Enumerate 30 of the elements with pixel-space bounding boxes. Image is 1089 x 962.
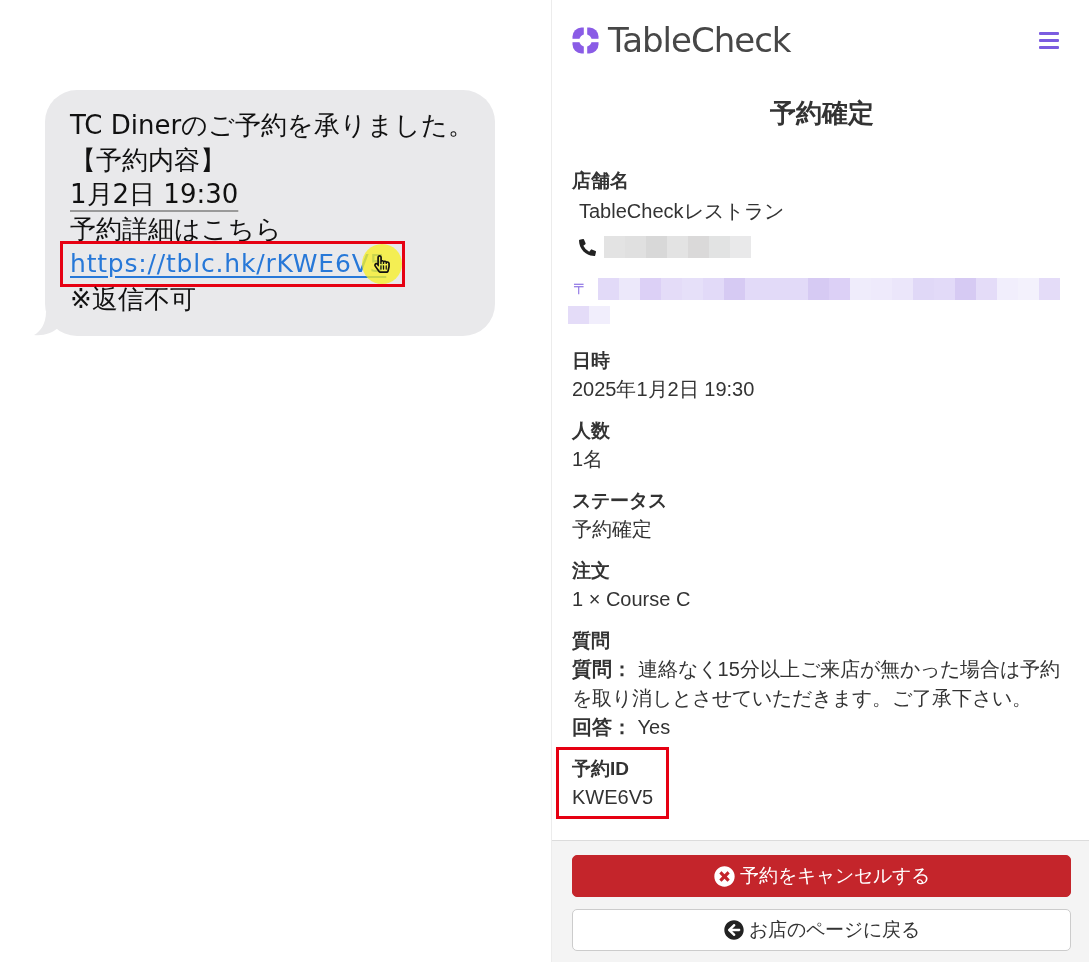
postal-mark: 〒 — [573, 279, 588, 299]
pixelated-redaction — [568, 306, 610, 324]
field-value: KWE6V5 — [572, 785, 654, 810]
field-value: 予約確定 — [572, 517, 652, 542]
logo-icon — [572, 26, 599, 54]
page-title: 予約確定 — [768, 97, 875, 130]
field-label: ステータス — [572, 489, 667, 513]
field-label: 注文 — [572, 559, 610, 583]
question-answer-text: 質問： 連絡なく15分以上ご来店が無かった場合は予約を取り消しとさせていただきます。ご了承下さい。 — [572, 657, 1061, 711]
brand-name: TableCheck — [608, 22, 791, 58]
field-value: 1 × Course C — [572, 587, 691, 612]
restaurant-name: TableCheckレストラン — [578, 199, 784, 224]
field-label: 日時 — [572, 349, 610, 373]
field-label: 店舗名 — [572, 169, 629, 193]
date-text[interactable]: 1月2日 19:30 — [70, 177, 239, 212]
cancel-button[interactable]: 予約をキャンセルする — [572, 855, 1071, 897]
menu-icon[interactable] — [1039, 31, 1059, 49]
field-label: 質問 — [572, 629, 610, 653]
field-value: 2025年1月2日 19:30 — [572, 377, 755, 402]
phone-icon — [579, 238, 596, 256]
question-answer-text: 回答： Yes — [572, 715, 672, 740]
message-text: 【予約内容】 — [70, 143, 226, 177]
field-label: 人数 — [572, 419, 610, 443]
field-value: 1名 — [572, 447, 604, 472]
message-text: TC Dinerのご予約を承りました。 — [70, 109, 475, 142]
field-label: 予約ID — [572, 757, 629, 781]
message-text: 予約詳細はこちら — [70, 212, 282, 246]
message-text: ※返信不可 — [70, 282, 196, 316]
back-button[interactable]: お店のページに戻る — [572, 909, 1071, 951]
back-arrow-icon — [723, 920, 744, 940]
